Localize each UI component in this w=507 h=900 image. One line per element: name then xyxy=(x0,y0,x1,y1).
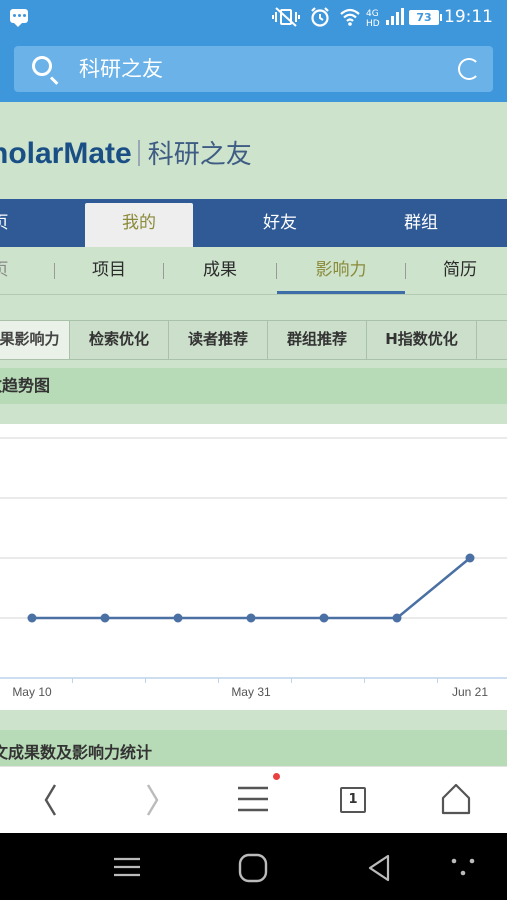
section-tab-h-index[interactable]: H指数优化 xyxy=(367,321,477,359)
stats-header: 文成果数及影响力统计 xyxy=(0,730,507,766)
nav-tab-groups[interactable]: 群组 xyxy=(367,199,475,247)
home-icon[interactable] xyxy=(426,767,486,834)
sub-tab-influence[interactable]: 影响力 xyxy=(277,247,405,293)
sub-nav: 页 项目 成果 影响力 简历 xyxy=(0,247,507,295)
more-dots-icon[interactable] xyxy=(446,853,480,883)
sub-tab-outputs[interactable]: 成果 xyxy=(164,247,276,293)
home-circle-icon[interactable] xyxy=(236,851,270,885)
svg-text:HD: HD xyxy=(366,19,380,28)
nav-tab-mine[interactable]: 我的 xyxy=(85,203,193,247)
system-nav-bar xyxy=(0,833,507,900)
search-box[interactable]: 科研之友 xyxy=(14,46,493,92)
alarm-icon xyxy=(309,6,331,34)
main-nav: 页 我的 好友 群组 xyxy=(0,199,507,247)
status-bar: 4G HD 73 19:11 xyxy=(0,0,507,36)
section-tab-reader-recommend[interactable]: 读者推荐 xyxy=(169,321,268,359)
search-icon xyxy=(32,56,52,76)
chart-section-title: 数趋势图 xyxy=(0,376,51,395)
menu-lines-icon[interactable] xyxy=(108,853,148,883)
data-point xyxy=(392,613,402,623)
section-tabs: 果影响力 检索优化 读者推荐 群组推荐 H指数优化 xyxy=(0,320,507,360)
sub-tab-resume[interactable]: 简历 xyxy=(406,247,507,293)
trend-chart: May 10 May 31 Jun 21 xyxy=(0,424,507,710)
search-text[interactable]: 科研之友 xyxy=(79,56,163,82)
logo-text-en: nolarMate xyxy=(0,137,132,170)
web-page: nolarMate科研之友 页 我的 好友 群组 页 项目 成果 影响力 简历 … xyxy=(0,102,507,766)
wifi-icon xyxy=(339,6,361,34)
sub-tab-projects[interactable]: 项目 xyxy=(55,247,163,293)
reload-icon[interactable] xyxy=(458,58,480,80)
stats-section-title: 文成果数及影响力统计 xyxy=(0,743,153,762)
data-point xyxy=(465,553,475,563)
section-tab-search-optimization[interactable]: 检索优化 xyxy=(70,321,169,359)
x-tick-label: Jun 21 xyxy=(452,685,488,699)
svg-text:4G: 4G xyxy=(366,9,379,19)
chart-header: 数趋势图 xyxy=(0,368,507,404)
sub-tab-home[interactable]: 页 xyxy=(0,247,30,293)
divider xyxy=(0,294,507,295)
x-tick-label: May 10 xyxy=(12,685,52,699)
signal-icon: 4G HD xyxy=(366,6,404,34)
x-tick-label: May 31 xyxy=(231,685,271,699)
nav-tab-home[interactable]: 页 xyxy=(0,199,30,247)
mute-vibrate-icon xyxy=(272,6,300,34)
back-icon[interactable] xyxy=(20,767,80,834)
data-point xyxy=(173,613,183,623)
section-tab-more[interactable] xyxy=(477,321,507,359)
logo-divider xyxy=(137,140,140,166)
battery-icon: 73 xyxy=(409,10,442,25)
browser-toolbar: 1 xyxy=(0,766,507,834)
nav-tab-friends[interactable]: 好友 xyxy=(226,199,334,247)
section-tab-output-influence[interactable]: 果影响力 xyxy=(0,321,70,359)
chat-icon xyxy=(10,9,28,27)
line-chart: May 10 May 31 Jun 21 xyxy=(0,437,507,699)
back-triangle-icon[interactable] xyxy=(362,851,396,885)
notification-dot xyxy=(273,773,280,780)
logo-text-en-main: nolarMate xyxy=(0,137,132,170)
tabs-icon[interactable]: 1 xyxy=(340,787,366,813)
data-point xyxy=(319,613,329,623)
forward-icon[interactable] xyxy=(122,767,182,834)
status-time: 19:11 xyxy=(444,7,493,27)
site-logo[interactable]: nolarMate 科研之友 xyxy=(0,134,252,175)
browser-bar: 科研之友 xyxy=(0,36,507,102)
data-point xyxy=(100,613,110,623)
data-point xyxy=(246,613,256,623)
logo-text-cn: 科研之友 xyxy=(147,140,252,170)
data-point xyxy=(27,613,37,623)
section-tab-group-recommend[interactable]: 群组推荐 xyxy=(268,321,367,359)
series-line xyxy=(32,557,471,620)
